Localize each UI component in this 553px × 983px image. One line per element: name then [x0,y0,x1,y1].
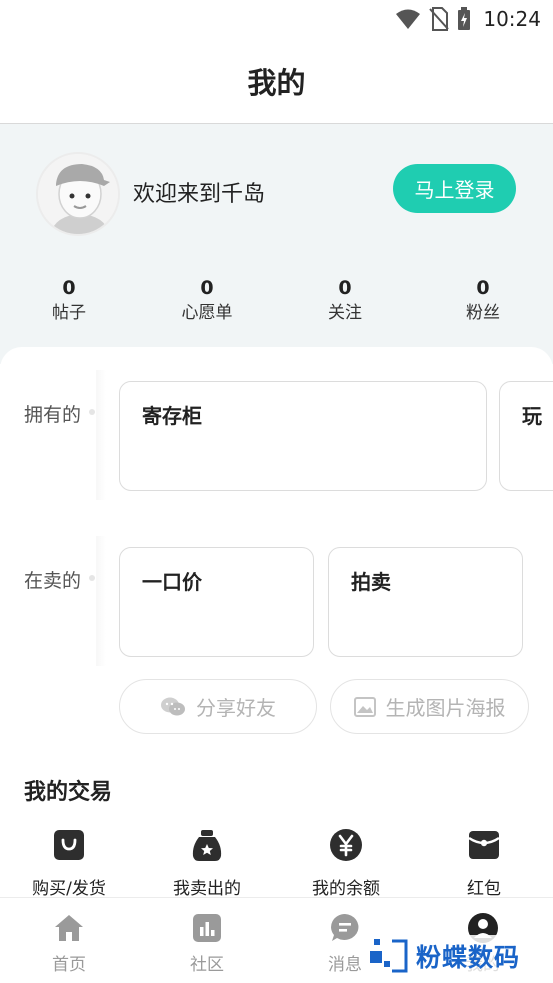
share-friends-label: 分享好友 [196,696,276,720]
owned-label-text: 拥有的 [24,404,82,426]
bag-icon [54,830,84,860]
stat-count: 0 [476,277,490,299]
status-icons: 10:24 [395,6,541,32]
money-sack-icon [192,830,222,861]
yen-icon [330,829,362,861]
status-bar: 10:24 [0,0,553,38]
watermark: 粉蝶数码 [368,935,553,977]
watermark-text: 粉蝶数码 [416,943,521,972]
trade-label: 我的余额 [312,879,380,899]
message-icon [331,914,359,941]
home-icon [55,915,83,941]
owned-item-locker[interactable]: 寄存柜 [119,381,487,491]
status-time: 10:24 [483,7,541,31]
stat-label: 粉丝 [466,303,500,323]
tab-home[interactable]: 首页 [29,912,109,975]
box-title: 寄存柜 [142,404,202,428]
watermark-logo-icon [370,939,408,973]
trade-red-envelope[interactable]: 红包 [429,828,539,899]
share-friends-button[interactable]: 分享好友 [119,679,317,734]
stat-followers[interactable]: 0 粉丝 [433,276,533,326]
battery-charging-icon [458,7,471,30]
owned-item-partial[interactable]: 玩 [499,381,553,491]
box-title: 玩 [522,404,542,428]
trade-label: 购买/发货 [32,879,106,899]
stat-count: 0 [200,277,214,299]
stat-label: 关注 [328,303,362,323]
stat-count: 0 [62,277,76,299]
box-title: 一口价 [142,570,202,594]
avatar[interactable] [36,152,120,236]
community-icon [193,914,221,942]
selling-label: 在卖的 [24,566,96,593]
selling-item-auction[interactable]: 拍卖 [328,547,523,657]
red-envelope-icon [468,831,500,859]
stat-label: 心愿单 [181,303,233,323]
default-avatar-icon [38,154,118,234]
trade-purchases[interactable]: 购买/发货 [14,828,124,899]
trade-label: 红包 [467,879,501,899]
selling-label-text: 在卖的 [24,570,82,592]
image-icon [353,696,376,717]
row-shadow [96,370,106,500]
stat-posts[interactable]: 0 帖子 [19,276,119,326]
trade-balance[interactable]: 我的余额 [291,828,401,899]
trades-title: 我的交易 [24,780,113,805]
welcome-text: 欢迎来到千岛 [133,182,266,207]
wechat-icon [161,697,185,715]
stat-count: 0 [338,277,352,299]
generate-poster-label: 生成图片海报 [385,696,506,720]
trade-label: 我卖出的 [173,879,241,899]
owned-label: 拥有的 [24,400,96,427]
stat-wishlist[interactable]: 0 心愿单 [157,276,257,326]
tab-community[interactable]: 社区 [167,912,247,975]
row-shadow [96,536,106,666]
row-dot [89,409,96,415]
stat-label: 帖子 [52,303,86,323]
generate-poster-button[interactable]: 生成图片海报 [330,679,529,734]
profile-header: 欢迎来到千岛 马上登录 0 帖子 0 心愿单 0 关注 0 粉丝 [0,124,553,364]
tab-label: 首页 [52,955,86,975]
trade-sold[interactable]: 我卖出的 [152,828,262,899]
page-title: 我的 [247,65,306,100]
stat-following[interactable]: 0 关注 [295,276,395,326]
no-sim-icon [429,7,450,31]
row-dot [89,575,96,581]
selling-item-fixed-price[interactable]: 一口价 [119,547,314,657]
title-bar: 我的 [0,38,553,124]
box-title: 拍卖 [351,570,391,594]
wifi-icon [396,9,421,29]
tab-label: 社区 [190,955,224,975]
login-button[interactable]: 马上登录 [393,164,516,213]
